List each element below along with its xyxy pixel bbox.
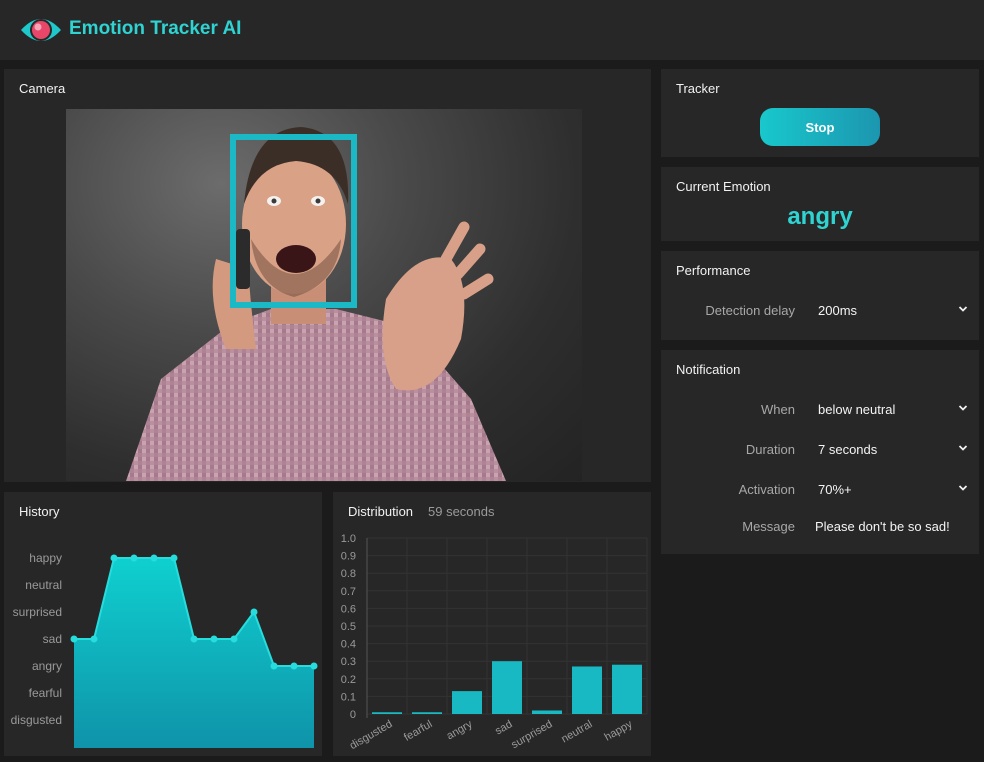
history-chart: disgusted fearful angry sad surprised neutral…: [11, 551, 318, 748]
duration-value: 7 seconds: [818, 442, 878, 457]
current-emotion-title: Current Emotion: [676, 179, 771, 194]
camera-title: Camera: [19, 81, 66, 96]
dist-bar-sad: [492, 661, 522, 714]
duration-select[interactable]: 7 seconds: [818, 439, 972, 461]
history-area: [74, 558, 314, 748]
dist-y-tick: 1.0: [341, 533, 356, 545]
chevron-down-icon: [958, 485, 968, 491]
history-y-label-happy: happy: [29, 551, 62, 565]
chevron-down-icon: [958, 445, 968, 451]
history-point-5: [170, 554, 178, 562]
history-point-4: [150, 554, 158, 562]
history-point-2: [110, 554, 118, 562]
dist-x-label-neutral: neutral: [559, 718, 594, 745]
app-title: Emotion Tracker AI: [69, 18, 242, 39]
dist-y-tick: 0: [350, 709, 356, 721]
dist-y-tick: 0.9: [341, 551, 356, 563]
camera-feed: [66, 109, 582, 481]
duration-label: Duration: [745, 442, 795, 457]
activation-value: 70%+: [818, 482, 852, 497]
camera-panel: Camera: [4, 69, 651, 482]
history-point-6: [190, 635, 198, 643]
performance-title: Performance: [676, 263, 751, 278]
notification-panel: Notification When below neutral Duration…: [661, 350, 979, 554]
history-y-label-fearful: fearful: [29, 686, 62, 700]
dist-x-label-fearful: fearful: [402, 718, 434, 744]
message-input[interactable]: Please don't be so sad!: [815, 519, 950, 534]
dist-y-tick: 0.8: [341, 568, 356, 580]
dist-bar-disgusted: [372, 712, 402, 714]
current-emotion-value: angry: [787, 203, 853, 230]
activation-label: Activation: [738, 482, 795, 497]
history-point-1: [90, 635, 98, 643]
distribution-panel: Distribution 59 seconds 0 0.1 0.2 0.3 0.4 0.5…: [333, 492, 651, 756]
tracker-title: Tracker: [676, 81, 720, 96]
dist-bar-fearful: [412, 712, 442, 714]
dist-bar-neutral: [572, 666, 602, 714]
dist-bar-angry: [452, 691, 482, 714]
tracker-panel: Tracker Stop: [661, 69, 979, 157]
history-point-9: [250, 608, 258, 616]
history-point-10: [270, 662, 278, 670]
dist-y-tick: 0.1: [341, 691, 356, 703]
face-detection-box: [230, 134, 357, 308]
history-point-8: [230, 635, 238, 643]
dist-y-tick: 0.7: [341, 586, 356, 598]
history-point-3: [130, 554, 138, 562]
dist-x-label-disgusted: disgusted: [348, 718, 395, 752]
dist-y-tick: 0.4: [341, 639, 356, 651]
dist-y-tick: 0.6: [341, 603, 356, 615]
history-y-label-angry: angry: [32, 659, 62, 673]
detection-delay-value: 200ms: [818, 303, 858, 318]
eye-icon: [21, 19, 61, 41]
detection-delay-label: Detection delay: [705, 303, 795, 318]
activation-select[interactable]: 70%+: [818, 479, 972, 501]
when-value: below neutral: [818, 402, 896, 417]
stop-button[interactable]: Stop: [760, 108, 880, 146]
history-point-7: [210, 635, 218, 643]
history-y-label-sad: sad: [43, 632, 62, 646]
history-y-label-surprised: surprised: [13, 605, 62, 619]
current-emotion-panel: Current Emotion angry: [661, 167, 979, 241]
dist-y-tick: 0.3: [341, 656, 356, 668]
dist-x-label-surprised: surprised: [509, 718, 554, 751]
top-bar: Emotion Tracker AI: [0, 0, 984, 60]
history-point-12: [310, 662, 318, 670]
message-label: Message: [742, 519, 795, 534]
distribution-chart: 0 0.1 0.2 0.3 0.4 0.5 0.6 0.7 0.8 0.9 1.0 disgusted…: [341, 533, 648, 752]
notification-title: Notification: [676, 362, 741, 377]
dist-x-label-angry: angry: [445, 718, 475, 742]
history-y-label-neutral: neutral: [25, 578, 62, 592]
history-y-label-disgusted: disgusted: [11, 713, 62, 727]
chevron-down-icon: [958, 306, 968, 312]
history-panel: History disgusted fearful angry sad surprise…: [4, 492, 322, 756]
when-label: When: [761, 402, 795, 417]
dist-y-tick: 0.2: [341, 674, 356, 686]
history-point-11: [290, 662, 298, 670]
history-point-0: [70, 635, 78, 643]
dist-x-label-sad: sad: [493, 718, 514, 737]
dist-y-tick: 0.5: [341, 621, 356, 633]
performance-panel: Performance Detection delay 200ms: [661, 251, 979, 340]
dist-bar-surprised: [532, 710, 562, 714]
when-select[interactable]: below neutral: [818, 399, 972, 421]
chevron-down-icon: [958, 405, 968, 411]
dist-bar-happy: [612, 664, 642, 714]
dist-x-label-happy: happy: [603, 718, 635, 744]
detection-delay-select[interactable]: 200ms: [818, 300, 972, 322]
